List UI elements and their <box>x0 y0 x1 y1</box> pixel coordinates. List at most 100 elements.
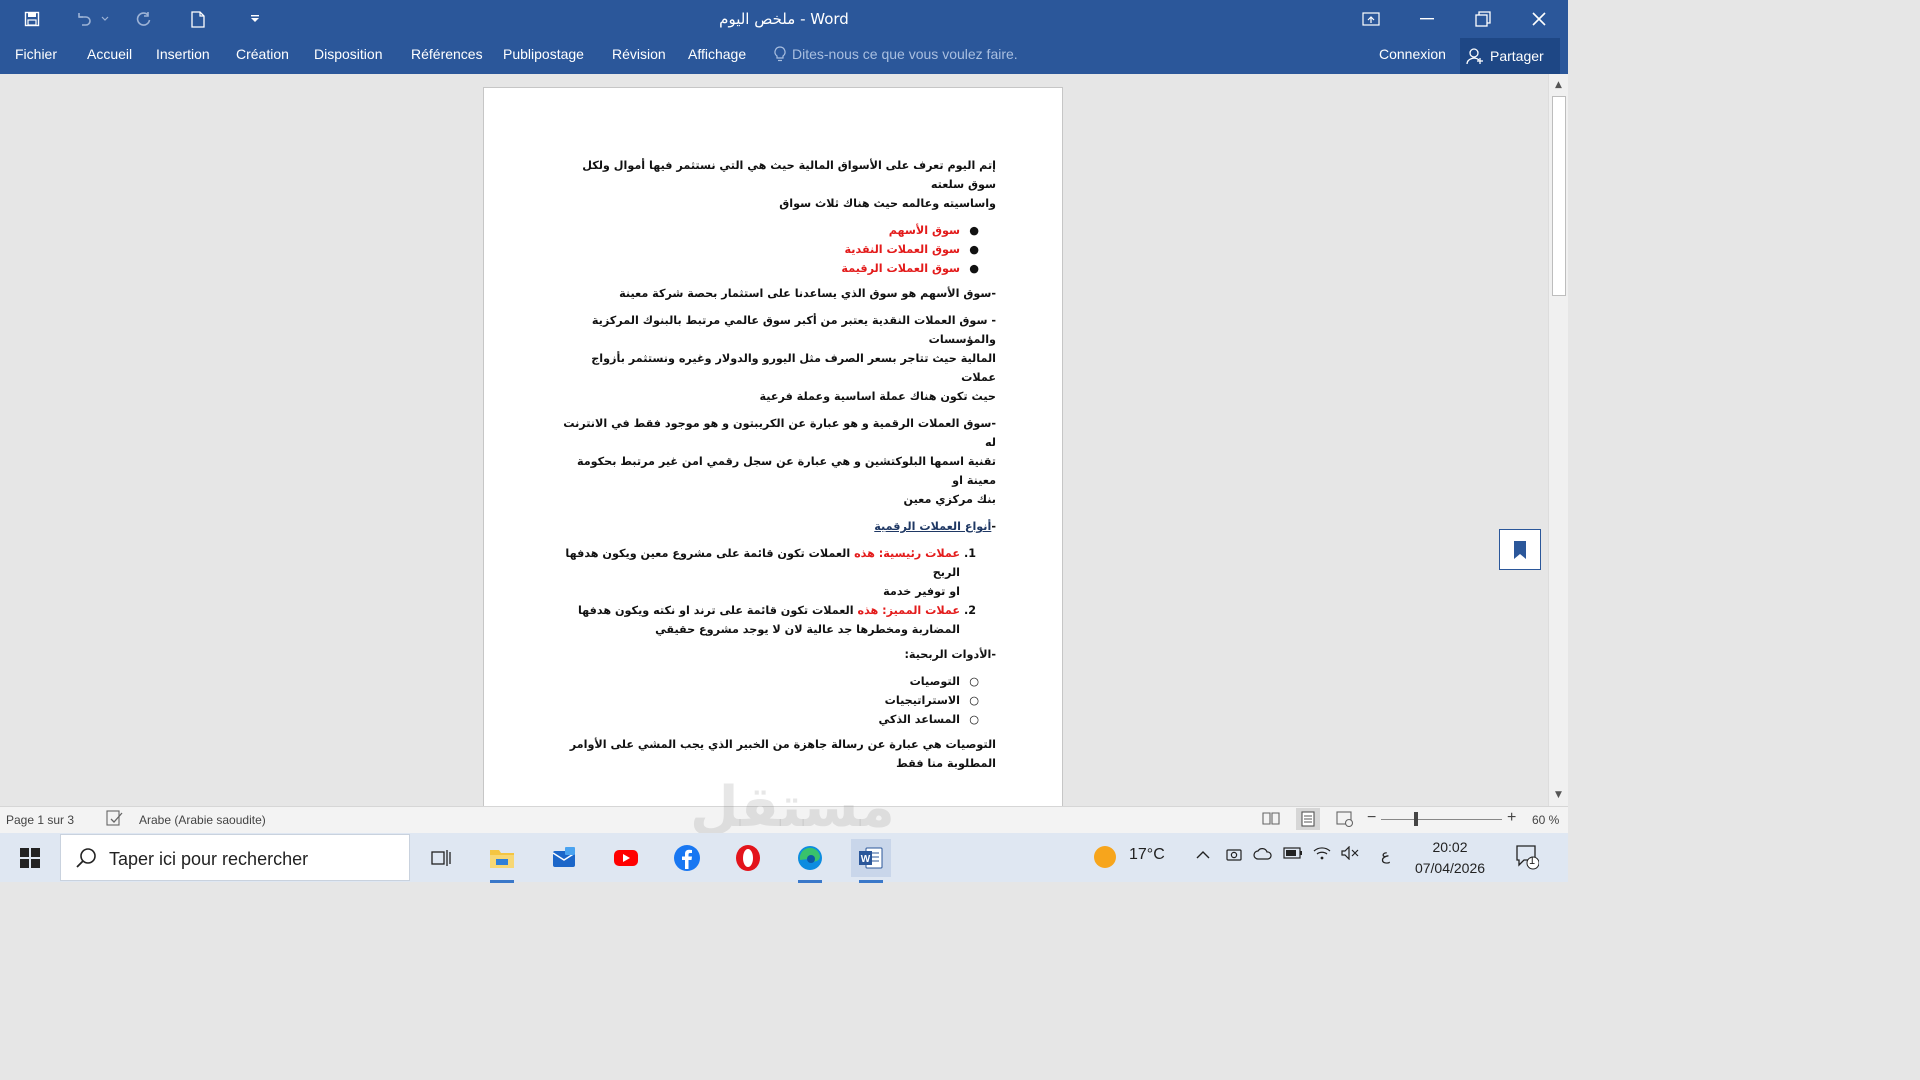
tool-item: المساعد الذكي <box>878 713 960 726</box>
facebook-icon[interactable] <box>667 839 707 877</box>
file-explorer-icon[interactable] <box>482 839 522 883</box>
bookmark-button[interactable] <box>1499 529 1541 570</box>
taskbar: Taper ici pour rechercher W 17°C ع 20:02… <box>0 833 1568 883</box>
volume-muted-icon[interactable] <box>1341 845 1359 865</box>
tab-view[interactable]: Affichage <box>688 46 746 62</box>
circle-bullet-icon: ○ <box>969 713 979 726</box>
document-content[interactable]: إتم اليوم تعرف على الأسواق المالية حيث ه… <box>554 156 996 781</box>
tell-me-placeholder: Dites-nous ce que vous voulez faire. <box>792 46 1018 62</box>
list-item: 2. عملات المميز: هذه العملات تكون قائمة ع… <box>554 601 996 639</box>
word-app-icon[interactable]: W <box>851 839 891 883</box>
type-label: عملات المميز: هذه <box>857 604 960 617</box>
fx-paragraph: - سوق العملات النقدية يعتبر من أكبر سوق … <box>554 311 996 406</box>
onedrive-icon[interactable] <box>1253 846 1273 867</box>
taskbar-search[interactable]: Taper ici pour rechercher <box>60 834 410 881</box>
opera-icon[interactable] <box>728 839 768 877</box>
restore-icon[interactable] <box>1455 0 1511 38</box>
search-icon <box>76 848 96 868</box>
intro-paragraph: إتم اليوم تعرف على الأسواق المالية حيث ه… <box>554 156 996 213</box>
svg-text:W: W <box>861 854 871 865</box>
weather-temperature[interactable]: 17°C <box>1129 846 1165 864</box>
battery-icon[interactable] <box>1283 846 1303 864</box>
markets-list: ● سوق الأسهم ● سوق العملات النقدية ● سوق ال… <box>554 221 996 278</box>
list-item: 1. عملات رئيسية: هذه العملات تكون قائمة ع… <box>554 544 996 601</box>
market-crypto: سوق العملات الرقيمة <box>841 262 960 275</box>
bullet-icon: ● <box>969 262 979 275</box>
edge-browser-icon[interactable] <box>790 839 830 883</box>
tab-layout[interactable]: Disposition <box>314 46 382 62</box>
tab-references[interactable]: Références <box>411 46 483 62</box>
watermark-logo: مستقل <box>690 775 895 840</box>
title-bar: ملخص اليوم - Word <box>0 0 1568 38</box>
page-count[interactable]: Page 1 sur 3 <box>6 813 74 827</box>
circle-bullet-icon: ○ <box>969 675 979 688</box>
print-layout-icon[interactable] <box>1296 808 1320 830</box>
vertical-scrollbar[interactable]: ▲ ▼ <box>1548 74 1568 806</box>
intro-line-1: إتم اليوم تعرف على الأسواق المالية حيث ه… <box>582 159 996 191</box>
intro-line-2: واساسيته وعالمه حيث هناك ثلاث سواق <box>779 197 996 210</box>
bookmark-icon <box>1514 540 1526 559</box>
recommendations-paragraph: التوصيات هي عبارة عن رسالة جاهزة من الخب… <box>554 735 996 773</box>
window-title: ملخص اليوم - Word <box>719 10 849 28</box>
tab-insert[interactable]: Insertion <box>156 46 210 62</box>
taskbar-clock[interactable]: 20:02 07/04/2026 <box>1410 837 1490 879</box>
youtube-icon[interactable] <box>606 839 646 877</box>
signin-link[interactable]: Connexion <box>1379 46 1446 62</box>
ribbon-tabs: Fichier Accueil Insertion Création Dispo… <box>0 38 1568 74</box>
language-indicator[interactable]: Arabe (Arabie saoudite) <box>139 813 266 827</box>
circle-bullet-icon: ○ <box>969 694 979 707</box>
search-placeholder: Taper ici pour rechercher <box>109 849 309 869</box>
scroll-down-icon[interactable]: ▼ <box>1549 786 1568 804</box>
weather-sun-icon[interactable] <box>1093 845 1117 874</box>
types-heading-dash: - <box>991 520 996 533</box>
type-text: العملات تكون قائمة على ترند او نكته ويكو… <box>577 604 854 617</box>
zoom-out-icon[interactable]: − <box>1367 809 1376 827</box>
tools-heading: -الأدوات الربحية: <box>904 648 996 661</box>
scroll-up-icon[interactable]: ▲ <box>1549 76 1568 94</box>
camera-icon[interactable] <box>1226 846 1242 867</box>
close-icon[interactable] <box>1511 0 1567 38</box>
wifi-icon[interactable] <box>1313 846 1331 865</box>
user-icon <box>1466 48 1483 65</box>
bullet-icon: ● <box>969 243 979 256</box>
crypto-paragraph: -سوق العملات الرقمية و هو عبارة عن الكري… <box>554 414 996 509</box>
tell-me-search[interactable]: Dites-nous ce que vous voulez faire. <box>774 46 1018 62</box>
share-button[interactable]: Partager <box>1460 38 1560 74</box>
input-language[interactable]: ع <box>1381 846 1390 864</box>
fx-line-3: حيث تكون هناك عملة اساسية وعملة فرعية <box>759 390 997 403</box>
types-list: 1. عملات رئيسية: هذه العملات تكون قائمة ع… <box>554 544 996 639</box>
web-layout-icon[interactable] <box>1336 811 1354 830</box>
chevron-up-icon[interactable] <box>1196 847 1210 865</box>
share-label: Partager <box>1490 48 1544 64</box>
tab-file[interactable]: Fichier <box>15 46 57 62</box>
tab-review[interactable]: Révision <box>612 46 666 62</box>
windows-start-icon[interactable] <box>10 839 50 877</box>
minimize-icon[interactable] <box>1399 0 1455 38</box>
list-item: ○ التوصيات <box>554 672 996 691</box>
fx-line-1: - سوق العملات النقدية يعتبر من أكبر سوق … <box>591 314 996 346</box>
zoom-in-icon[interactable]: + <box>1507 809 1516 827</box>
type-text: او توفير خدمة <box>883 585 960 598</box>
scrollbar-thumb[interactable] <box>1552 96 1566 296</box>
proofing-icon[interactable] <box>106 810 124 829</box>
zoom-slider-track[interactable] <box>1381 819 1502 820</box>
tab-design[interactable]: Création <box>236 46 289 62</box>
zoom-slider-thumb[interactable] <box>1414 812 1418 826</box>
ribbon-display-options-icon[interactable] <box>1343 0 1399 38</box>
types-heading-text: أنواع العملات الرقمية <box>874 520 992 533</box>
list-item: ○ المساعد الذكي <box>554 710 996 729</box>
document-area[interactable]: إتم اليوم تعرف على الأسواق المالية حيث ه… <box>0 74 1548 806</box>
list-item: ● سوق الأسهم <box>554 221 996 240</box>
read-mode-icon[interactable] <box>1262 811 1280 828</box>
list-number: 1. <box>963 547 976 560</box>
zoom-level[interactable]: 60 % <box>1532 813 1559 827</box>
mail-icon[interactable] <box>544 839 584 877</box>
clock-date: 07/04/2026 <box>1414 860 1486 876</box>
notifications-icon[interactable]: 1 <box>1515 844 1540 875</box>
tab-mailings[interactable]: Publipostage <box>503 46 584 62</box>
task-view-icon[interactable] <box>421 839 461 877</box>
clock-time: 20:02 <box>1432 839 1468 855</box>
tab-home[interactable]: Accueil <box>87 46 132 62</box>
stocks-paragraph: -سوق الأسهم هو سوق الذي يساعدنا على استث… <box>619 287 996 300</box>
document-page[interactable]: إتم اليوم تعرف على الأسواق المالية حيث ه… <box>483 87 1063 806</box>
